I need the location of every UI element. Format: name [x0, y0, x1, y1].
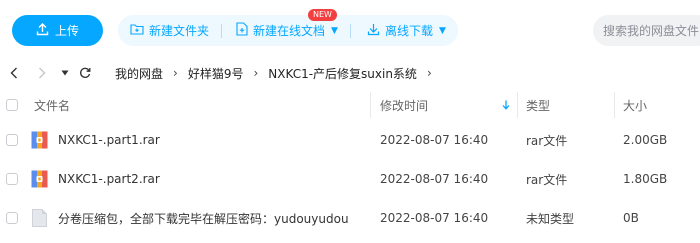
toolbar: 上传 新建文件夹 新建在线文档 ▼ 离线下载 ▼ NEW [0, 0, 700, 62]
offline-download-label: 离线下载 [384, 24, 433, 38]
header-modified[interactable]: 修改时间 [380, 92, 428, 118]
rar-archive-icon [31, 131, 48, 149]
row-checkbox[interactable] [6, 212, 18, 224]
table-row[interactable]: NXKC1-.part2.rar 2022-08-07 16:40 rar文件 … [0, 160, 700, 198]
column-divider [614, 92, 615, 118]
caret-down-icon[interactable]: ▼ [439, 26, 446, 36]
column-divider [370, 92, 371, 118]
file-size: 0B [623, 211, 639, 225]
breadcrumb-item-folder[interactable]: 好样猫9号 [188, 65, 244, 82]
column-divider [517, 92, 518, 118]
forward-icon[interactable] [36, 62, 48, 84]
file-modified: 2022-08-07 16:40 [380, 172, 489, 186]
chevron-right-icon: › [173, 66, 178, 80]
header-name[interactable]: 文件名 [34, 92, 70, 118]
new-doc-icon [236, 22, 248, 39]
back-icon[interactable] [8, 62, 20, 84]
row-checkbox[interactable] [6, 134, 18, 146]
divider [349, 23, 351, 38]
download-icon [367, 23, 380, 39]
arrow-down-icon[interactable] [502, 92, 510, 118]
breadcrumb-item-current[interactable]: NXKC1-产后修复suxin系统 [268, 65, 417, 82]
file-name[interactable]: NXKC1-.part1.rar [58, 121, 160, 159]
navigation-bar: 我的网盘 › 好样猫9号 › NXKC1-产后修复suxin系统 › [0, 62, 700, 84]
new-doc-label: 新建在线文档 [253, 24, 326, 38]
table-row[interactable]: NXKC1-.part1.rar 2022-08-07 16:40 rar文件 … [0, 121, 700, 159]
header-type[interactable]: 类型 [526, 92, 550, 118]
new-folder-icon [130, 23, 144, 38]
caret-down-icon[interactable]: ▼ [331, 26, 338, 36]
new-badge: NEW [308, 9, 337, 21]
table-row[interactable]: 分卷压缩包，全部下载完毕在解压密码：yudouyudou 2022-08-07 … [0, 199, 700, 237]
file-name[interactable]: NXKC1-.part2.rar [58, 160, 160, 198]
file-modified: 2022-08-07 16:40 [380, 133, 489, 147]
file-type: 未知类型 [526, 211, 575, 226]
file-type: rar文件 [526, 172, 568, 187]
header-size[interactable]: 大小 [623, 92, 647, 118]
refresh-icon[interactable] [78, 62, 92, 84]
upload-icon [36, 22, 49, 39]
file-size: 2.00GB [623, 133, 668, 147]
upload-button[interactable]: 上传 [12, 15, 103, 46]
offline-download-button[interactable]: 离线下载 ▼ [367, 22, 446, 39]
divider [221, 23, 223, 38]
file-name[interactable]: 分卷压缩包，全部下载完毕在解压密码：yudouyudou [58, 199, 349, 237]
search-input[interactable] [593, 15, 700, 46]
new-folder-label: 新建文件夹 [149, 24, 210, 38]
history-dropdown-icon[interactable] [60, 62, 70, 84]
rar-archive-icon [31, 170, 48, 188]
chevron-right-icon: › [253, 66, 259, 80]
select-all-checkbox[interactable] [6, 99, 18, 111]
file-modified: 2022-08-07 16:40 [380, 211, 489, 225]
chevron-right-icon: › [426, 66, 432, 80]
table-header: 文件名 修改时间 类型 大小 [0, 92, 700, 118]
breadcrumb: 我的网盘 › 好样猫9号 › NXKC1-产后修复suxin系统 › [115, 62, 432, 84]
new-folder-button[interactable]: 新建文件夹 [130, 22, 209, 39]
file-type: rar文件 [526, 133, 568, 148]
action-group: 新建文件夹 新建在线文档 ▼ 离线下载 ▼ [118, 15, 458, 46]
upload-label: 上传 [54, 24, 79, 38]
unknown-file-icon [31, 209, 48, 227]
file-size: 1.80GB [623, 172, 668, 186]
breadcrumb-item-root[interactable]: 我的网盘 [115, 65, 163, 82]
new-online-doc-button[interactable]: 新建在线文档 ▼ [236, 22, 338, 39]
row-checkbox[interactable] [6, 173, 18, 185]
